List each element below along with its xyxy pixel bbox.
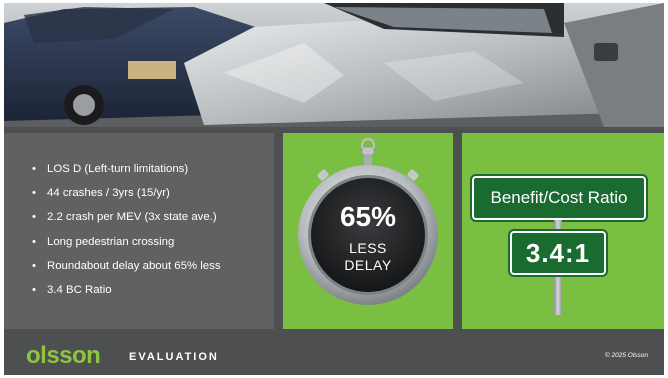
section-title: EVALUATION [129, 351, 219, 363]
delay-label-line2: DELAY [344, 257, 392, 273]
slide: LOS D (Left-turn limitations) 44 crashes… [4, 3, 664, 375]
bullet-panel: LOS D (Left-turn limitations) 44 crashes… [4, 133, 274, 329]
copyright: © 2025 Olsson [604, 352, 648, 359]
bullet-list: LOS D (Left-turn limitations) 44 crashes… [4, 133, 274, 302]
bullet-item: Roundabout delay about 65% less [32, 254, 274, 278]
bullet-item: 44 crashes / 3yrs (15/yr) [32, 181, 274, 205]
bc-ratio-sign-value: 3.4:1 [508, 229, 608, 277]
delay-percent: 65% [339, 201, 397, 232]
bc-ratio-panel: Benefit/Cost Ratio 3.4:1 [462, 133, 664, 329]
bullet-item: 3.4 BC Ratio [32, 278, 274, 302]
sign-post [554, 277, 562, 315]
crash-photo [4, 3, 664, 127]
bc-ratio-sign-title: Benefit/Cost Ratio [470, 174, 648, 222]
delay-label-line1: LESS [349, 240, 387, 256]
bullet-item: LOS D (Left-turn limitations) [32, 157, 274, 181]
bullet-item: Long pedestrian crossing [32, 230, 274, 254]
sign-bracket [554, 220, 562, 231]
stopwatch-panel: 65% LESS DELAY [283, 133, 453, 329]
bullet-item: 2.2 crash per MEV (3x state ave.) [32, 205, 274, 229]
footer: olsson EVALUATION © 2025 Olsson [4, 336, 664, 375]
olsson-logo: olsson [26, 342, 101, 369]
